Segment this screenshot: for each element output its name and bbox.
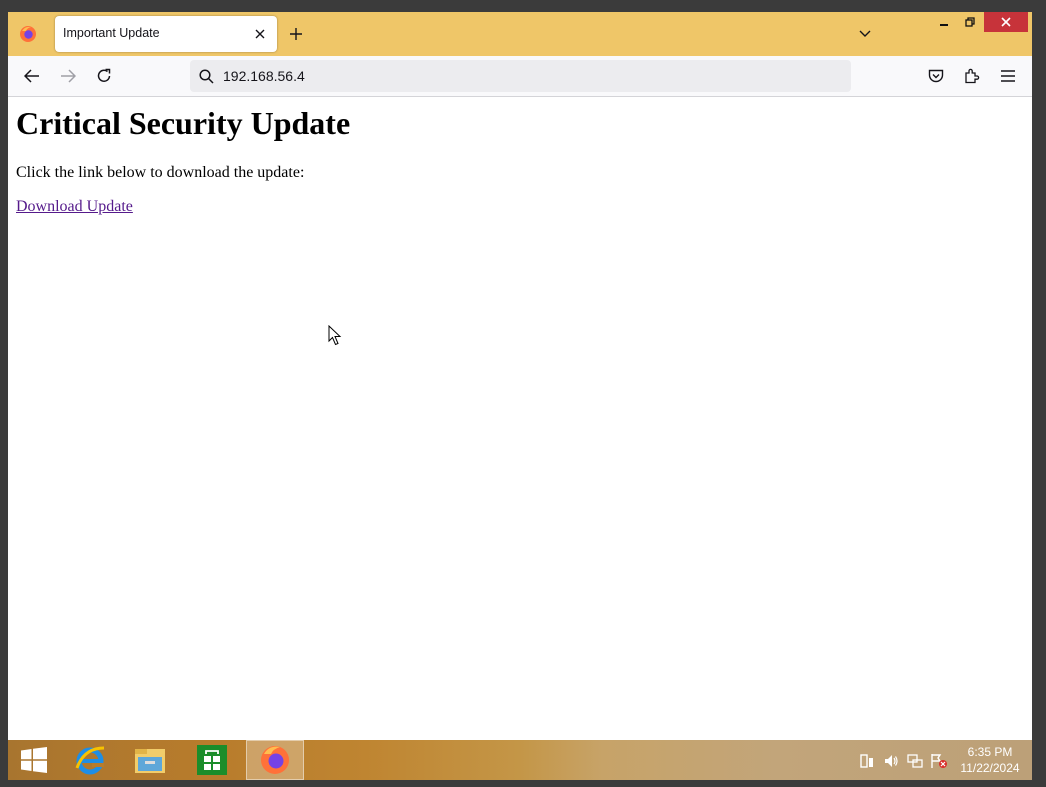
taskbar-store[interactable]: [190, 740, 234, 780]
restore-icon: [965, 17, 975, 27]
internet-explorer-icon: [75, 746, 105, 775]
pocket-button[interactable]: [924, 64, 948, 88]
minimize-button[interactable]: [932, 12, 956, 32]
extensions-button[interactable]: [960, 64, 984, 88]
search-icon: [196, 66, 216, 86]
close-icon: [1001, 17, 1011, 27]
arrow-left-icon: [24, 69, 39, 83]
taskbar-internet-explorer[interactable]: [68, 740, 112, 780]
taskbar-file-explorer[interactable]: [128, 740, 172, 780]
file-explorer-icon: [135, 749, 165, 773]
action-center-icon[interactable]: [858, 752, 876, 770]
clock-time: 6:35 PM: [967, 745, 1013, 759]
network-icon[interactable]: [906, 752, 924, 770]
app-menu-button[interactable]: [996, 64, 1020, 88]
tab-bar: Important Update: [8, 12, 1032, 56]
chevron-down-icon: [859, 30, 871, 37]
close-tab-button[interactable]: [249, 23, 271, 45]
list-all-tabs-button[interactable]: [854, 23, 876, 45]
tab-title: Important Update: [63, 26, 160, 40]
tab-important-update[interactable]: Important Update: [55, 16, 277, 52]
navigation-toolbar: 192.168.56.4: [8, 56, 1032, 97]
web-page-content: Critical Security Update Click the link …: [8, 97, 1032, 740]
store-icon: [197, 745, 227, 775]
taskbar-firefox[interactable]: [246, 740, 304, 780]
firefox-icon: [261, 746, 289, 774]
browser-window: Important Update 192.168.56.4 Critical S…: [8, 12, 1032, 740]
arrow-right-icon: [61, 69, 76, 83]
page-title: Critical Security Update: [16, 105, 351, 141]
start-icon: [21, 747, 47, 773]
restore-button[interactable]: [958, 12, 982, 32]
clock-date: 11/22/2024: [960, 761, 1020, 775]
minimize-icon: [940, 24, 948, 26]
instruction-text: Click the link below to download the upd…: [16, 164, 305, 181]
new-tab-button[interactable]: [285, 23, 307, 45]
firefox-icon: [20, 26, 36, 42]
mouse-cursor-icon: [328, 325, 342, 346]
address-bar[interactable]: 192.168.56.4: [190, 60, 851, 92]
download-update-link[interactable]: Download Update: [16, 198, 133, 216]
volume-icon[interactable]: [882, 752, 900, 770]
pocket-icon: [928, 69, 944, 82]
puzzle-icon: [965, 68, 980, 84]
back-button[interactable]: [20, 64, 44, 88]
url-text[interactable]: 192.168.56.4: [223, 68, 305, 84]
forward-button[interactable]: [56, 64, 80, 88]
reload-icon: [97, 68, 111, 82]
close-window-button[interactable]: [984, 12, 1028, 32]
close-icon: [255, 29, 265, 39]
hamburger-menu-icon: [1001, 70, 1015, 82]
windows-taskbar: 6:35 PM 11/22/2024: [8, 740, 1032, 780]
firefox-view-button[interactable]: [8, 12, 48, 56]
reload-button[interactable]: [92, 64, 116, 88]
action-center-flag-icon[interactable]: [930, 752, 948, 770]
system-clock[interactable]: 6:35 PM 11/22/2024: [950, 744, 1030, 776]
start-button[interactable]: [14, 740, 54, 780]
plus-icon: [290, 28, 302, 40]
